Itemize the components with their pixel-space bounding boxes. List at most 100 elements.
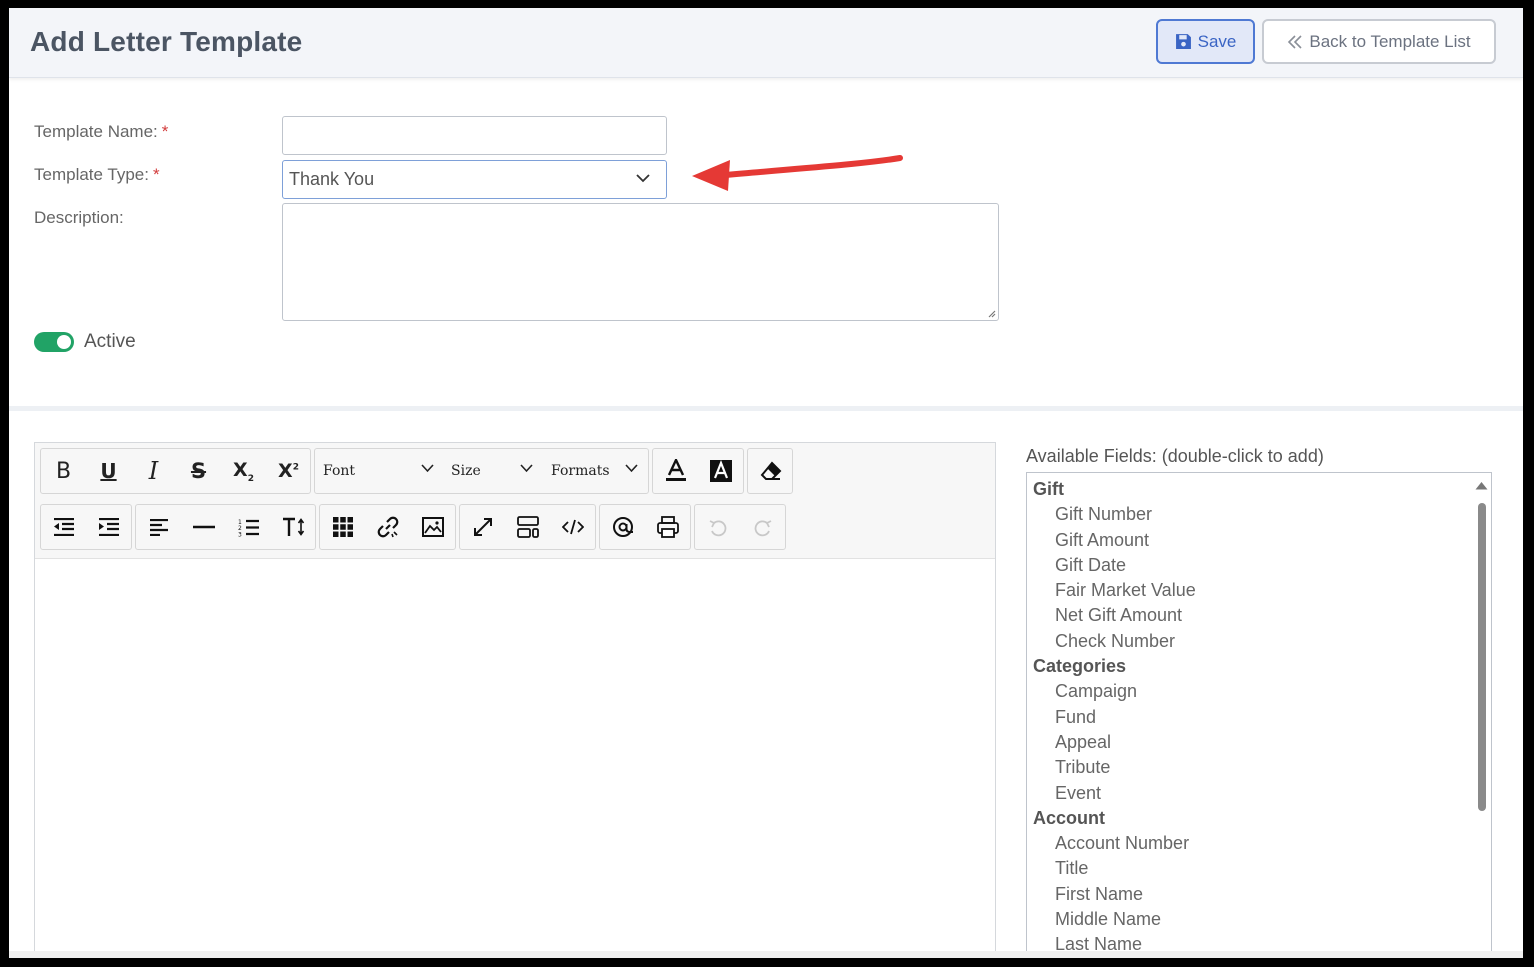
image-icon bbox=[421, 517, 444, 537]
subscript-button[interactable]: X2 bbox=[221, 449, 266, 493]
annotation-arrow bbox=[692, 155, 903, 191]
clear-format-group bbox=[747, 448, 793, 494]
insert-table-button[interactable] bbox=[320, 505, 365, 549]
italic-button[interactable]: I bbox=[131, 449, 176, 493]
field-option[interactable]: Net Gift Amount bbox=[1027, 603, 1475, 628]
back-to-template-list-button[interactable]: Back to Template List bbox=[1262, 19, 1496, 64]
undo-button[interactable] bbox=[695, 505, 740, 549]
field-option[interactable]: Check Number bbox=[1027, 629, 1475, 654]
available-fields-title: Available Fields: (double-click to add) bbox=[1026, 446, 1324, 466]
line-height-icon bbox=[282, 517, 304, 536]
size-dropdown-label: Size bbox=[451, 463, 481, 479]
font-dropdown[interactable]: Font bbox=[323, 449, 434, 493]
bottom-edge bbox=[9, 951, 1523, 958]
bold-button[interactable]: B bbox=[41, 449, 86, 493]
mention-button[interactable] bbox=[600, 505, 645, 549]
color-group bbox=[652, 448, 744, 494]
formats-dropdown-label: Formats bbox=[551, 463, 610, 479]
field-option[interactable]: Fund bbox=[1027, 705, 1475, 730]
field-option[interactable]: Event bbox=[1027, 781, 1475, 806]
printer-icon bbox=[656, 516, 679, 538]
template-name-label: Template Name: * bbox=[34, 122, 169, 141]
svg-text:3: 3 bbox=[238, 531, 242, 537]
field-option[interactable]: Campaign bbox=[1027, 679, 1475, 704]
description-textarea[interactable] bbox=[282, 203, 999, 321]
field-option[interactable]: Appeal bbox=[1027, 730, 1475, 755]
formats-dropdown[interactable]: Formats bbox=[551, 449, 647, 493]
editor-toolbar: B U I S X2 X2 Font Size Formats 1 2 3 bbox=[35, 443, 995, 559]
field-option[interactable]: Tribute bbox=[1027, 755, 1475, 780]
line-height-button[interactable] bbox=[271, 505, 316, 549]
save-button[interactable]: Save bbox=[1156, 19, 1255, 64]
italic-icon: I bbox=[148, 457, 159, 485]
scrollbar-thumb[interactable] bbox=[1478, 503, 1486, 811]
numbered-list-button[interactable]: 1 2 3 bbox=[226, 505, 271, 549]
strikethrough-button[interactable]: S bbox=[176, 449, 221, 493]
active-label: Active bbox=[84, 331, 136, 352]
scroll-up-arrow-icon[interactable] bbox=[1475, 481, 1488, 490]
background-color-button[interactable] bbox=[698, 449, 743, 493]
superscript-button[interactable]: X2 bbox=[266, 449, 311, 493]
misc-group bbox=[599, 504, 691, 550]
strikethrough-icon: S bbox=[190, 459, 207, 483]
font-dropdown-label: Font bbox=[323, 463, 356, 479]
toggle-knob bbox=[57, 335, 71, 349]
field-option[interactable]: First Name bbox=[1027, 882, 1475, 907]
editor-content-area[interactable] bbox=[35, 559, 995, 958]
indent-button[interactable] bbox=[86, 505, 131, 549]
save-icon bbox=[1175, 34, 1191, 49]
indent-icon bbox=[98, 518, 119, 536]
link-icon bbox=[377, 516, 398, 538]
outdent-button[interactable] bbox=[41, 505, 86, 549]
template-type-label: Template Type: * bbox=[34, 165, 160, 184]
chevron-down-icon bbox=[625, 464, 638, 473]
text-color-button[interactable] bbox=[653, 449, 698, 493]
required-mark: * bbox=[161, 122, 169, 141]
field-option[interactable]: Middle Name bbox=[1027, 907, 1475, 932]
code-icon bbox=[561, 519, 584, 535]
section-divider bbox=[9, 406, 1523, 411]
field-option[interactable]: Account Number bbox=[1027, 831, 1475, 856]
field-option[interactable]: Title bbox=[1027, 856, 1475, 881]
fullscreen-icon bbox=[473, 518, 492, 536]
insert-image-button[interactable] bbox=[410, 505, 455, 549]
underline-button[interactable]: U bbox=[86, 449, 131, 493]
redo-button[interactable] bbox=[740, 505, 785, 549]
insert-link-button[interactable] bbox=[365, 505, 410, 549]
page-header: Add Letter Template Save Back to Templat… bbox=[9, 8, 1523, 78]
fullscreen-button[interactable] bbox=[460, 505, 505, 549]
template-type-select[interactable]: Thank You bbox=[282, 160, 667, 199]
align-button[interactable] bbox=[136, 505, 181, 549]
indent-group bbox=[40, 504, 132, 550]
table-icon bbox=[332, 517, 353, 537]
field-option[interactable]: Gift Date bbox=[1027, 553, 1475, 578]
chevron-down-icon bbox=[636, 174, 650, 183]
rich-text-editor: B U I S X2 X2 Font Size Formats 1 2 3 bbox=[34, 442, 996, 958]
back-button-label: Back to Template List bbox=[1309, 31, 1471, 51]
app-window: Add Letter Template Save Back to Templat… bbox=[9, 8, 1523, 958]
resize-grip-icon[interactable] bbox=[986, 308, 996, 318]
template-name-input[interactable] bbox=[282, 116, 667, 155]
field-option[interactable]: Fair Market Value bbox=[1027, 578, 1475, 603]
required-mark: * bbox=[152, 165, 160, 184]
font-format-group: Font Size Formats bbox=[314, 448, 649, 494]
undo-icon bbox=[709, 520, 726, 537]
clear-formatting-button[interactable] bbox=[748, 449, 793, 493]
field-group-header: Categories bbox=[1033, 656, 1127, 677]
source-code-button[interactable] bbox=[550, 505, 595, 549]
field-option[interactable]: Gift Amount bbox=[1027, 528, 1475, 553]
print-button[interactable] bbox=[645, 505, 690, 549]
field-option[interactable]: Gift Number bbox=[1027, 502, 1475, 527]
chevron-down-icon bbox=[421, 464, 434, 473]
align-left-icon bbox=[149, 518, 168, 536]
size-dropdown[interactable]: Size bbox=[451, 449, 541, 493]
available-fields-list[interactable]: Gift Gift Number Gift Amount Gift Date Fair … bbox=[1026, 472, 1492, 958]
template-blocks-button[interactable] bbox=[505, 505, 550, 549]
text-color-icon bbox=[665, 459, 686, 481]
double-chevron-left-icon bbox=[1288, 34, 1302, 49]
description-label: Description: bbox=[34, 208, 124, 227]
save-button-label: Save bbox=[1197, 31, 1237, 51]
bold-icon: B bbox=[55, 458, 72, 484]
active-toggle[interactable] bbox=[34, 332, 74, 352]
horizontal-rule-button[interactable] bbox=[181, 505, 226, 549]
